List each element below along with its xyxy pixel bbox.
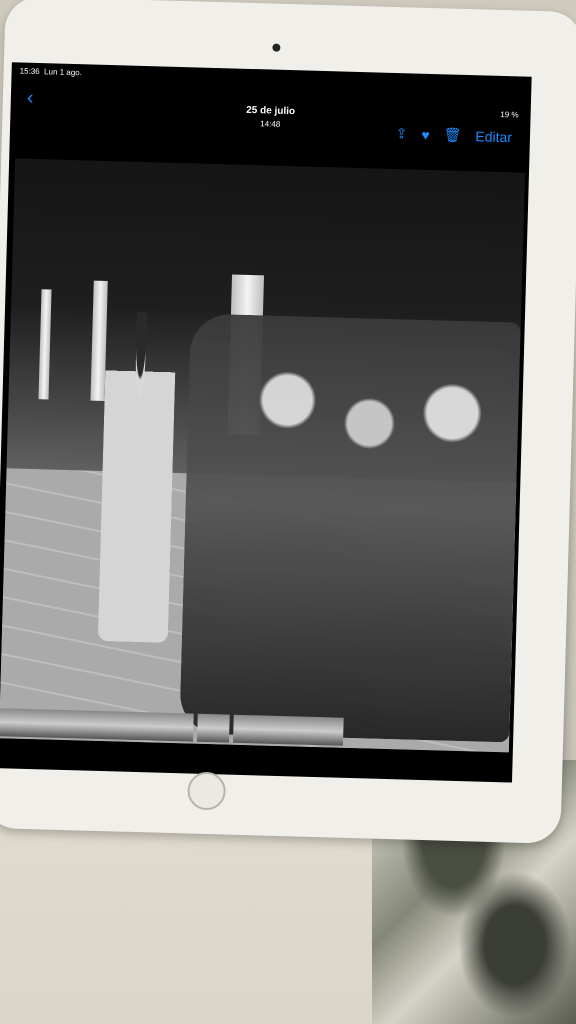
thumbnail[interactable] <box>196 713 230 743</box>
model-figure <box>97 311 177 643</box>
trash-icon[interactable]: 🗑 <box>443 126 461 143</box>
photo-view[interactable] <box>0 158 526 753</box>
home-button[interactable] <box>187 771 227 811</box>
ipad-device: 15:36 Lun 1 ago. 19 % ‹ 25 de julio 14:4… <box>0 0 576 844</box>
edit-button[interactable]: Editar <box>475 128 512 145</box>
status-time: 15:36 Lun 1 ago. <box>19 66 83 78</box>
pillar <box>38 289 52 400</box>
front-camera <box>272 43 281 52</box>
thumbnail[interactable] <box>0 708 194 742</box>
heart-icon[interactable]: ♥ <box>421 126 430 142</box>
crowd <box>179 313 521 743</box>
ipad-screen: 15:36 Lun 1 ago. 19 % ‹ 25 de julio 14:4… <box>0 62 532 783</box>
nav-actions: ⇪ ♥ 🗑 Editar <box>395 125 512 145</box>
thumbnail[interactable] <box>232 714 344 746</box>
share-icon[interactable]: ⇪ <box>395 125 407 142</box>
